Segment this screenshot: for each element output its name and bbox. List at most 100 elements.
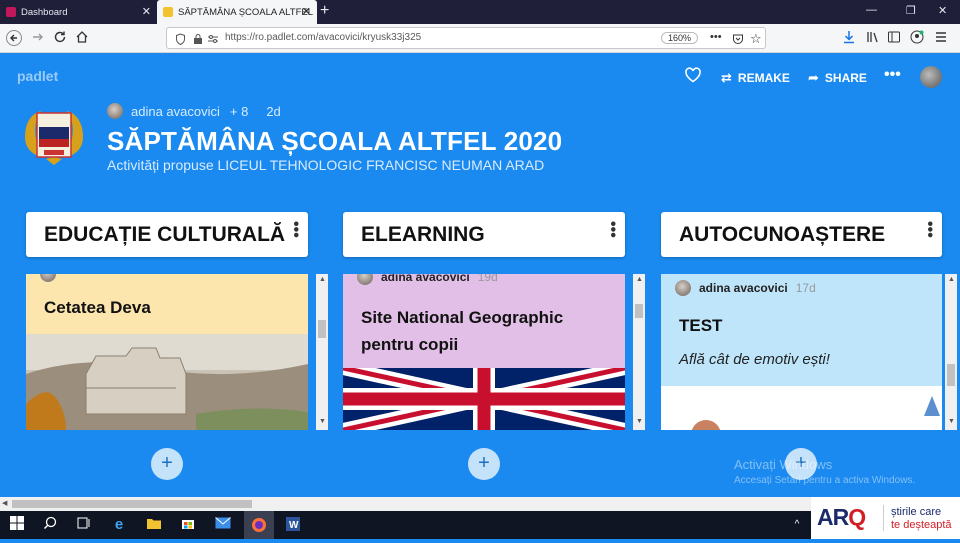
lock-icon[interactable] (193, 32, 203, 50)
avatar (40, 274, 56, 282)
scroll-down-icon[interactable]: ▼ (636, 418, 643, 425)
post-title: Site National Geographic pentru copii (361, 308, 564, 354)
new-tab-button[interactable]: + (320, 2, 329, 20)
column-scrollbar[interactable]: ▲ ▼ (633, 274, 645, 430)
zoom-badge[interactable]: 160% (661, 32, 699, 44)
more-options-button[interactable]: ••• (884, 66, 901, 84)
more-icon[interactable]: ••• (710, 31, 722, 43)
scroll-up-icon[interactable]: ▲ (636, 276, 643, 283)
add-post-button[interactable]: + (151, 448, 183, 480)
avatar[interactable] (107, 103, 123, 119)
search-icon[interactable] (41, 516, 59, 534)
scroll-up-icon[interactable]: ▲ (319, 276, 326, 283)
padlet-favicon-icon (163, 7, 173, 17)
divider (883, 505, 884, 531)
remake-icon: ⇄ (721, 70, 732, 85)
post-author: adina avacovici (381, 274, 470, 284)
shield-icon[interactable] (175, 32, 186, 50)
tab-padlet[interactable]: SĂPTĂMÂNA ȘCOALA ALTFEL ✕ (157, 0, 317, 24)
scroll-up-icon[interactable]: ▲ (948, 276, 955, 283)
arq-tagline-2: te deșteaptă (891, 519, 952, 531)
post-title: TEST (679, 316, 723, 335)
post-title: Cetatea Deva (44, 298, 151, 317)
post-card[interactable]: Cetatea Deva (26, 274, 308, 430)
post-author: adina avacovici (699, 281, 788, 295)
edge-icon[interactable]: e (110, 516, 128, 534)
firefox-icon[interactable] (244, 511, 274, 539)
column-menu-icon[interactable]: ••• (287, 221, 304, 238)
avatar (357, 274, 373, 285)
column-scrollbar[interactable]: ▲ ▼ (945, 274, 957, 430)
scroll-thumb[interactable] (635, 304, 643, 318)
close-window-icon[interactable]: ✕ (938, 4, 947, 17)
column-header: ELEARNING ••• (343, 212, 625, 257)
column-scrollbar[interactable]: ▲ ▼ (316, 274, 328, 430)
tray-chevron-icon[interactable]: ^ (788, 516, 806, 534)
post-card[interactable]: adina avacovici 17d TEST Află cât de emo… (661, 274, 942, 430)
board-age: 2d (266, 103, 281, 119)
browser-nav-bar: https://ro.padlet.com/avacovici/kryusk33… (0, 24, 960, 53)
avatar (675, 280, 691, 296)
remake-button[interactable]: ⇄ REMAKE (721, 70, 790, 86)
windows-activation-text: Accesați Setări pentru a activa Windows. (734, 475, 916, 486)
scroll-thumb[interactable] (318, 320, 326, 338)
column-title: AUTOCUNOAȘTERE (679, 223, 886, 246)
scroll-thumb[interactable] (947, 364, 955, 386)
address-bar[interactable]: https://ro.padlet.com/avacovici/kryusk33… (166, 27, 766, 49)
explorer-icon[interactable] (145, 516, 163, 534)
pocket-icon[interactable] (732, 32, 744, 50)
page-title: SĂPTĂMÂNA ȘCOALA ALTFEL 2020 (107, 126, 563, 156)
post-body: Află cât de emotiv ești! (679, 351, 830, 368)
back-icon[interactable] (6, 30, 22, 49)
scroll-down-icon[interactable]: ▼ (319, 418, 326, 425)
account-icon[interactable] (910, 30, 924, 47)
browser-tab-bar: Dashboard ✕ SĂPTĂMÂNA ȘCOALA ALTFEL ✕ + … (0, 0, 960, 24)
share-button[interactable]: ➦ SHARE (808, 70, 867, 86)
contributors-count[interactable]: + 8 (230, 104, 248, 119)
svg-text:W: W (289, 520, 299, 531)
page-subtitle: Activități propuse LICEUL TEHNOLOGIC FRA… (107, 157, 545, 173)
remake-label: REMAKE (737, 71, 790, 85)
arq-tagline-1: știrile care (891, 506, 942, 518)
scroll-down-icon[interactable]: ▼ (948, 418, 955, 425)
scroll-thumb[interactable] (12, 500, 252, 508)
tab-dashboard[interactable]: Dashboard ✕ (0, 0, 157, 24)
close-tab-icon[interactable]: ✕ (142, 5, 151, 18)
home-icon[interactable] (75, 30, 89, 47)
close-tab-icon[interactable]: ✕ (302, 5, 311, 18)
column-header: EDUCAȚIE CULTURALĂ ••• (26, 212, 308, 257)
post-author-row: adina avacovici 19d (357, 274, 498, 285)
mail-icon[interactable] (214, 516, 232, 534)
url-text[interactable]: https://ro.padlet.com/avacovici/kryusk33… (225, 32, 421, 43)
padlet-logo[interactable]: padlet (17, 68, 58, 84)
post-card[interactable]: adina avacovici 19d Site National Geogra… (343, 274, 625, 430)
post-author-row: adina avacovici 17d (675, 280, 816, 296)
star-icon[interactable]: ☆ (750, 31, 762, 47)
fortress-image (26, 334, 308, 430)
download-icon[interactable] (842, 30, 856, 47)
reload-icon[interactable] (53, 30, 67, 47)
test-thumbnail (691, 420, 721, 430)
permissions-icon[interactable] (207, 32, 219, 50)
store-icon[interactable] (179, 516, 197, 534)
heart-icon[interactable] (684, 66, 702, 89)
forward-icon[interactable] (31, 30, 45, 47)
windows-start-icon[interactable] (8, 516, 26, 534)
add-post-button[interactable]: + (468, 448, 500, 480)
scroll-left-icon[interactable]: ◀ (2, 499, 7, 507)
school-emblem (19, 107, 89, 171)
library-icon[interactable] (866, 30, 880, 47)
column-menu-icon[interactable]: ••• (921, 221, 938, 238)
menu-icon[interactable] (934, 30, 948, 47)
word-icon[interactable]: W (284, 516, 302, 534)
maximize-icon[interactable]: ❐ (906, 4, 916, 17)
board-author[interactable]: adina avacovici (131, 104, 220, 119)
tab-label: Dashboard (21, 6, 68, 18)
column-title: EDUCAȚIE CULTURALĂ (44, 223, 286, 246)
share-label: SHARE (824, 71, 867, 85)
sidebar-icon[interactable] (887, 30, 901, 47)
avatar[interactable] (920, 66, 942, 88)
minimize-icon[interactable]: — (866, 4, 877, 16)
column-menu-icon[interactable]: ••• (604, 221, 621, 238)
task-view-icon[interactable] (75, 516, 93, 534)
